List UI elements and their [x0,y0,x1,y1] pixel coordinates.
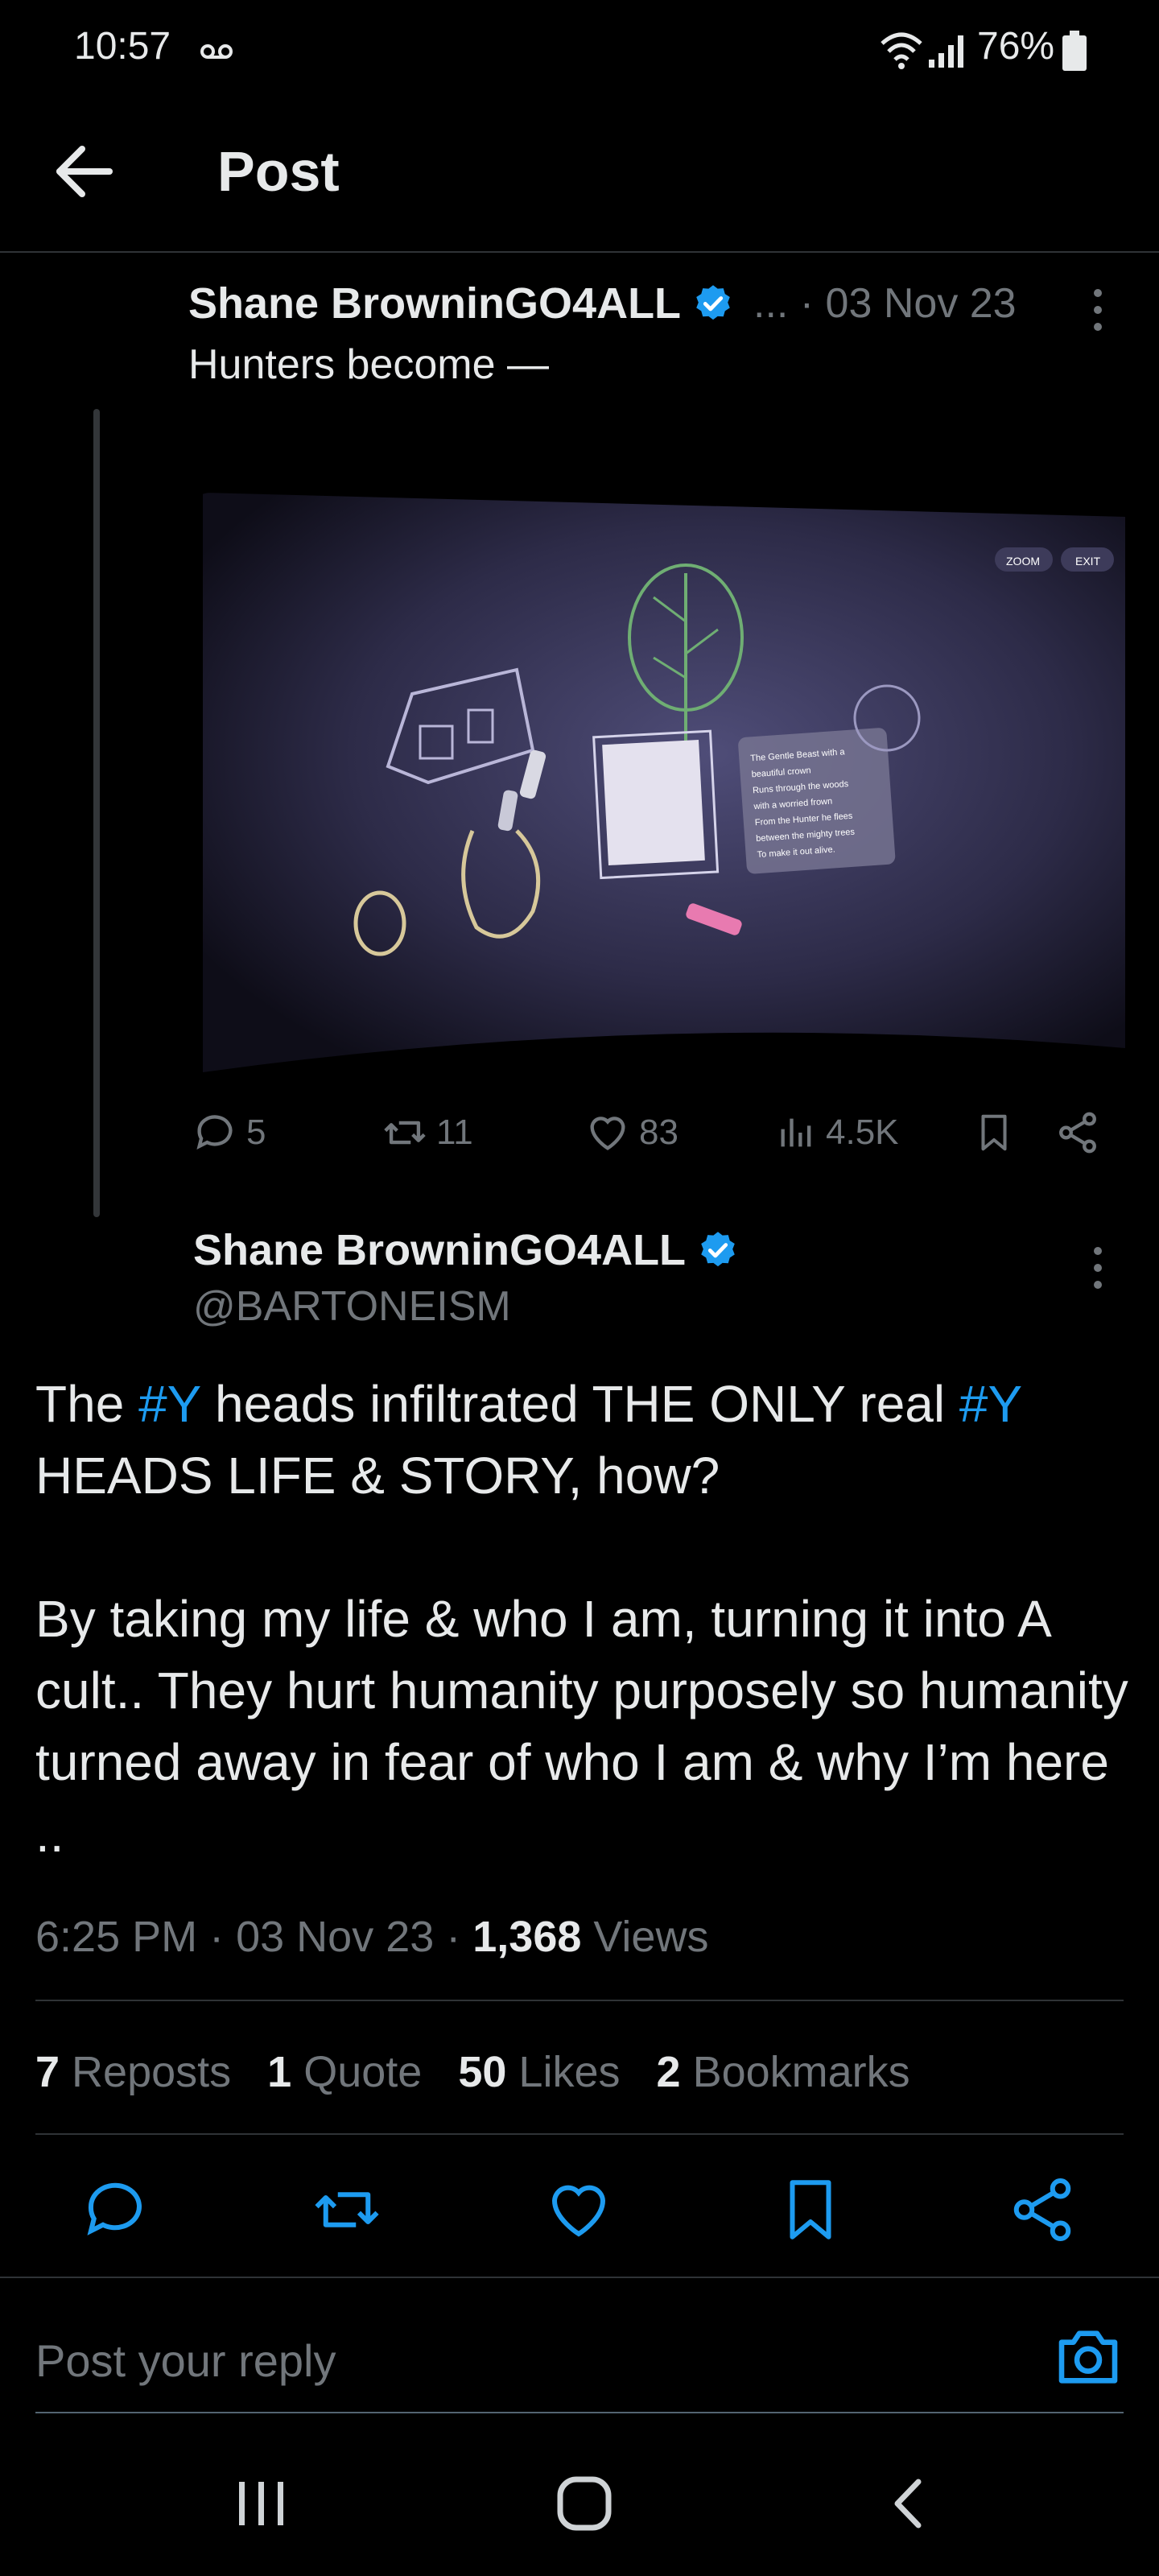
post-handle[interactable]: @BARTONEISM [193,1280,511,1333]
post-more-button[interactable] [1074,1240,1122,1296]
actions-divider [0,2277,1159,2278]
battery-percent: 76% [977,25,1055,68]
like-icon [590,1117,625,1150]
hashtag-link[interactable]: #Y [138,1375,200,1433]
more-icon [1094,1247,1102,1289]
bookmark-icon [790,2180,831,2240]
home-icon [557,2476,612,2531]
parent-meta: ... · 03 Nov 23 [753,280,1017,327]
exit-label: EXIT [1075,555,1101,568]
recents-icon [239,2482,283,2525]
bookmark-icon [981,1114,1007,1151]
reply-icon [87,2182,142,2235]
parent-views-count: 4.5K [826,1113,899,1152]
repost-icon [384,1121,426,1145]
parent-like-count: 83 [639,1113,678,1152]
reposts-stat[interactable]: 7 Reposts [35,2048,231,2096]
post-author[interactable]: Shane BrowninGO4ALL [193,1220,739,1280]
post-paragraph-1: The #Y heads infiltrated THE ONLY real #… [35,1368,1138,1512]
reply-icon [196,1115,233,1150]
voicemail-icon [200,44,233,59]
wifi-icon [881,32,922,69]
post-text: The [35,1375,139,1433]
parent-more-button[interactable] [1074,282,1122,338]
post-paragraph-2: By taking my life & who I am, turning it… [35,1590,1128,1863]
reply-button[interactable] [79,2174,151,2246]
like-button[interactable] [542,2174,615,2246]
views-icon [781,1118,811,1147]
verified-icon [701,1232,735,1267]
hashtag-link[interactable]: #Y [959,1375,1021,1433]
post-timestamp: 6:25 PM · 03 Nov 23 · [35,1913,473,1961]
back-button[interactable] [50,137,119,206]
back-arrow-icon [56,146,113,197]
header-divider [0,251,1159,253]
parent-author-name: Shane BrowninGO4ALL [188,279,682,328]
engagement-stats: 7 Reposts 1 Quote 50 Likes 2 Bookmarks [35,2040,910,2104]
quotes-stat[interactable]: 1 Quote [267,2048,422,2096]
media-photo: ZOOM EXIT The Gentle Beast with a beauti… [187,493,1125,1080]
recents-button[interactable] [212,2463,309,2544]
camera-icon [1058,2330,1118,2384]
camera-button[interactable] [1053,2322,1124,2392]
post-media-image[interactable]: ZOOM EXIT The Gentle Beast with a beauti… [187,493,1125,1080]
parent-like-button[interactable]: 83 [584,1104,678,1161]
zoom-label: ZOOM [1006,555,1040,568]
info-divider [35,2000,1124,2001]
post-author-name: Shane BrowninGO4ALL [193,1226,687,1274]
parent-text: Hunters become — [188,341,549,388]
likes-stat[interactable]: 50 Likes [458,2048,620,2096]
verified-icon [696,285,730,320]
like-icon [551,2185,606,2237]
views-label: Views [581,1913,709,1961]
post-text: HEADS LIFE & STORY, how? [35,1447,720,1505]
reply-underline [35,2412,1124,2413]
parent-reply-count: 5 [246,1113,266,1152]
signal-icon [929,35,963,68]
battery-icon [1062,31,1087,71]
reply-input[interactable] [35,2328,1017,2392]
stats-divider [35,2133,1124,2135]
parent-repost-count: 11 [436,1113,473,1152]
bookmarks-stat[interactable]: 2 Bookmarks [657,2048,910,2096]
share-button[interactable] [1006,2174,1079,2246]
parent-views-button[interactable]: 4.5K [776,1104,899,1161]
parent-author[interactable]: Shane BrowninGO4ALL [188,275,734,332]
share-icon [1059,1112,1096,1154]
system-back-button[interactable] [861,2463,958,2544]
parent-share-button[interactable] [1054,1104,1101,1161]
post-body: The #Y heads infiltrated THE ONLY real #… [35,1368,1138,1870]
parent-reply-button[interactable]: 5 [192,1104,266,1161]
home-button[interactable] [536,2463,633,2544]
nav-back-icon [894,2479,922,2529]
share-icon [1013,2178,1071,2241]
views-count: 1,368 [472,1913,582,1961]
thread-line [93,409,100,1217]
parent-bookmark-button[interactable] [972,1104,1016,1161]
post-timestamp-views: 6:25 PM · 03 Nov 23 · 1,368 Views [35,1905,708,1969]
repost-icon [315,2192,379,2227]
bookmark-button[interactable] [774,2174,847,2246]
parent-repost-button[interactable]: 11 [382,1104,473,1161]
more-icon [1094,289,1102,331]
page-title: Post [217,140,340,203]
repost-button[interactable] [311,2174,383,2246]
post-text: heads infiltrated THE ONLY real [200,1375,959,1433]
status-time: 10:57 [74,25,171,68]
